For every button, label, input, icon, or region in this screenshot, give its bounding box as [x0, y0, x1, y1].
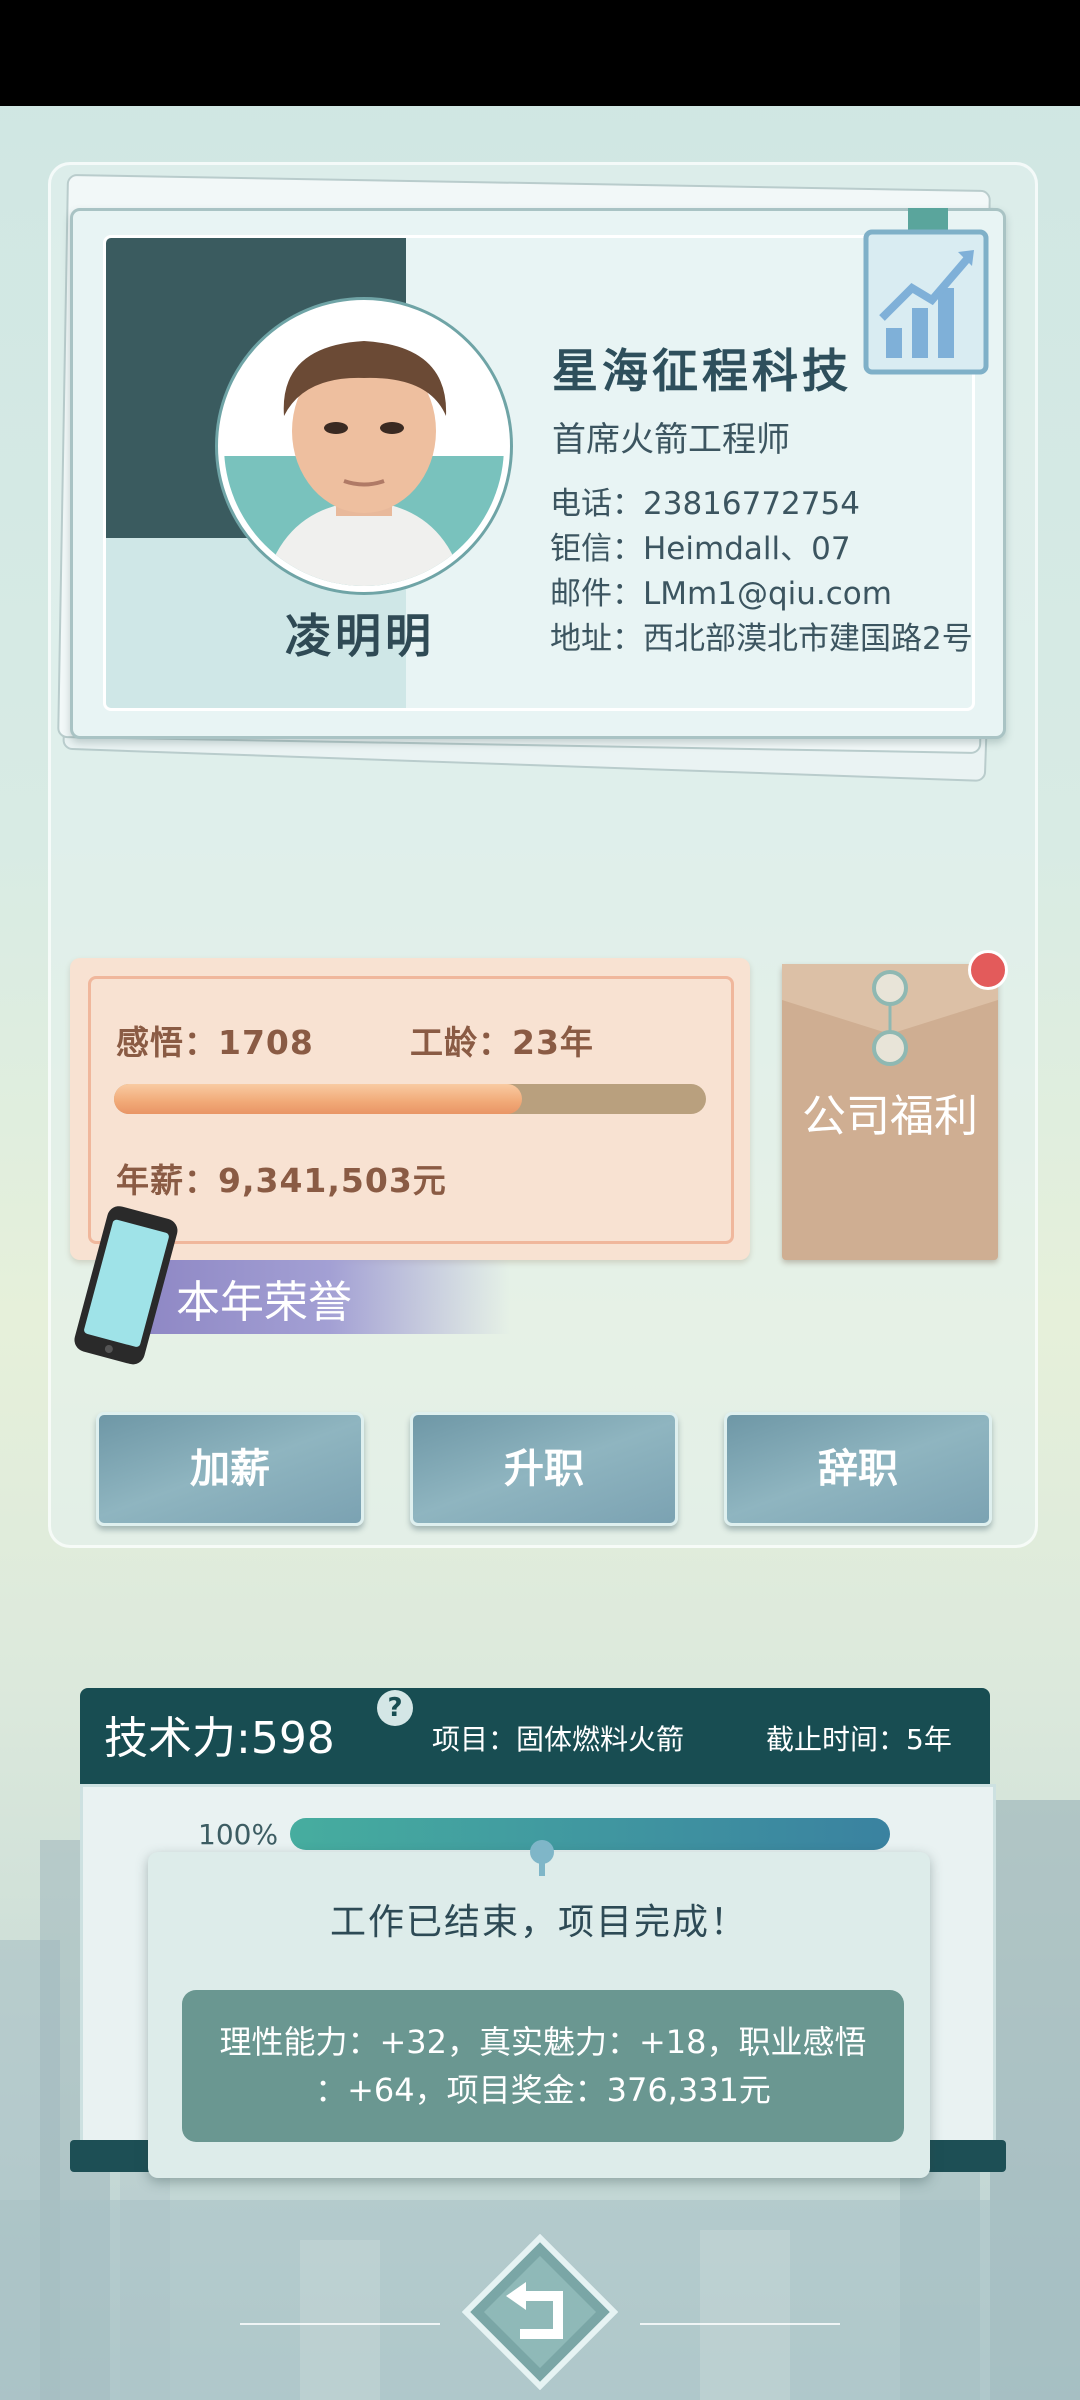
job-title: 首席火箭工程师 [552, 420, 790, 460]
resign-button[interactable]: 辞职 [724, 1412, 992, 1526]
email-text: 邮件：LMm1@qiu.com [550, 576, 892, 612]
project-name: 项目：固体燃料火箭 [432, 1723, 685, 1756]
seniority-stat: 工龄：23年 [410, 1023, 594, 1062]
notification-dot [968, 950, 1008, 990]
pin-icon [530, 1840, 554, 1876]
avatar-portrait-icon [224, 341, 504, 586]
avatar [218, 300, 510, 592]
raise-salary-button[interactable]: 加薪 [96, 1412, 364, 1526]
dialog-reward-text: 理性能力：+32，真实魅力：+18，职业感悟 ：+64，项目奖金：376,331… [182, 2018, 904, 2114]
salary-progress-fill [114, 1084, 523, 1114]
phone-icon [74, 1206, 178, 1365]
dialog-reward-line-2: ：+64，项目奖金：376,331元 [315, 2071, 771, 2109]
phone-text: 电话：23816772754 [550, 486, 860, 522]
back-button[interactable] [462, 2234, 618, 2390]
annual-honor-label: 本年荣誉 [176, 1277, 352, 1328]
project-progress-bar [290, 1818, 890, 1850]
company-welfare-label: 公司福利 [802, 1091, 978, 1142]
address-text: 地址：西北部漠北市建国路2号 [550, 621, 973, 657]
help-icon[interactable]: ? [377, 1690, 413, 1726]
tech-power-label: 技术力:598 [104, 1713, 335, 1764]
project-deadline: 截止时间：5年 [766, 1723, 952, 1756]
company-name: 星海征程科技 [552, 344, 852, 398]
status-bar [0, 0, 1080, 106]
project-percent: 100% [198, 1818, 279, 1851]
salary-stat: 年薪：9,341,503元 [116, 1161, 447, 1200]
chat-id-text: 钜信：Heimdall、07 [550, 531, 851, 567]
insight-stat: 感悟：1708 [116, 1023, 314, 1062]
person-name: 凌明明 [285, 609, 435, 663]
decor-line-right [640, 2323, 840, 2325]
decor-line-left [240, 2323, 440, 2325]
growth-chart-icon [863, 208, 989, 375]
salary-progress-track [114, 1084, 706, 1114]
dialog-title: 工作已结束，项目完成！ [329, 1902, 748, 1943]
promote-button[interactable]: 升职 [410, 1412, 678, 1526]
dialog-reward-line-1: 理性能力：+32，真实魅力：+18，职业感悟 [219, 2023, 867, 2061]
